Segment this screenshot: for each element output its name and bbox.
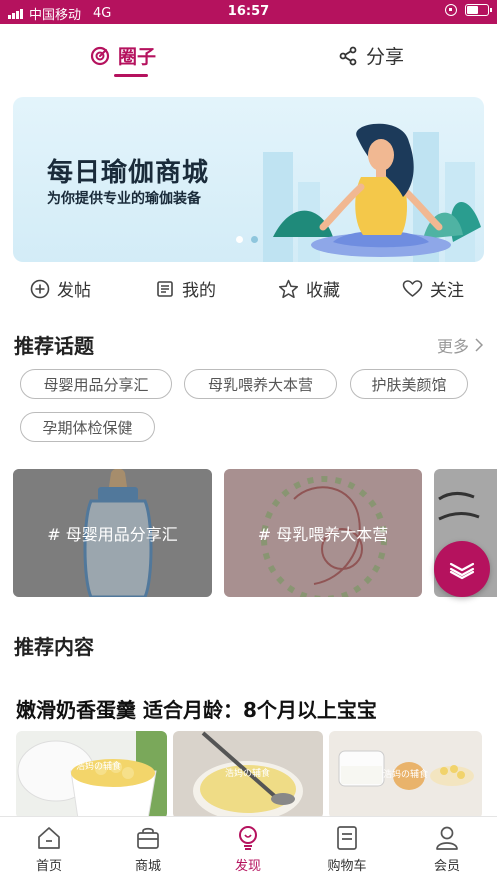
topic-card-breastfeeding[interactable]: # 母乳喂养大本营 [224, 469, 422, 597]
cart-list-icon [337, 826, 357, 850]
nav-home[interactable]: 首页 [14, 825, 84, 874]
battery-icon [465, 4, 492, 16]
nav-mall-label: 商城 [134, 859, 161, 874]
tab-share[interactable]: 分享 [338, 42, 404, 69]
lightbulb-icon [239, 826, 257, 850]
follow-label: 关注 [430, 281, 464, 301]
article-thumbnail[interactable]: 浩妈の辅食 [16, 731, 167, 819]
carousel-dot[interactable] [236, 236, 243, 243]
carousel-dot[interactable] [251, 236, 258, 243]
tab-circle-label: 圈子 [118, 46, 157, 68]
nav-cart[interactable]: 购物车 [312, 825, 382, 874]
topic-chip[interactable]: 护肤美颜馆 [350, 369, 468, 399]
rotation-lock-icon [445, 4, 457, 16]
thumb-watermark: 浩妈の辅食 [225, 769, 271, 779]
follow-button[interactable]: 关注 [402, 276, 464, 301]
status-bar: 中国移动 4G 16:57 [0, 0, 497, 24]
custard-bowl-image [17, 731, 167, 819]
nav-discover[interactable]: 发现 [213, 825, 283, 874]
content-heading: 推荐内容 [14, 635, 94, 659]
topic-chip[interactable]: 母乳喂养大本营 [184, 369, 337, 399]
carousel-dots [236, 236, 258, 243]
topic-chip[interactable]: 母婴用品分享汇 [20, 369, 172, 399]
clock: 16:57 [227, 4, 270, 19]
yoga-woman-illustration [273, 123, 481, 257]
nav-cart-label: 购物车 [327, 859, 367, 874]
scrub-illustration [438, 492, 480, 521]
nav-discover-label: 发现 [234, 859, 261, 874]
promo-banner[interactable]: 每日瑜伽商城 为你提供专业的瑜伽装备 [13, 97, 484, 262]
layers-icon [449, 562, 475, 580]
nav-home-label: 首页 [35, 859, 62, 874]
mine-label: 我的 [182, 281, 216, 301]
circle-target-icon [90, 46, 110, 65]
home-icon [38, 827, 60, 849]
floating-layers-button[interactable] [434, 541, 490, 597]
topics-heading: 推荐话题 [14, 334, 94, 358]
bottom-nav: 首页 商城 发现 购物车 会员 [0, 816, 497, 883]
topic-chip[interactable]: 孕期体检保健 [20, 412, 155, 442]
banner-subtitle: 为你提供专业的瑜伽装备 [47, 191, 201, 207]
tab-circle[interactable]: 圈子 [90, 42, 156, 69]
mine-button[interactable]: 我的 [155, 276, 216, 301]
topic-card-caption: # 母乳喂养大本营 [257, 525, 389, 544]
more-label: 更多 [436, 337, 469, 356]
nav-mall[interactable]: 商城 [113, 825, 183, 874]
user-icon [436, 826, 458, 850]
article-thumbnail[interactable]: 浩妈の辅食 [173, 731, 323, 819]
top-tabs: 圈子 分享 [0, 24, 497, 84]
thumb-watermark: 浩妈の辅食 [76, 762, 122, 772]
tab-share-label: 分享 [366, 46, 405, 68]
topic-card-caption: # 母婴用品分享汇 [47, 525, 178, 544]
article-thumbnail[interactable]: 浩妈の辅食 [329, 731, 482, 819]
shopping-bag-icon [137, 827, 159, 849]
thumb-watermark: 浩妈の辅食 [383, 770, 429, 780]
article-title[interactable]: 嫩滑奶香蛋羹 适合月龄：8个月以上宝宝 [16, 694, 377, 723]
heart-icon [402, 279, 423, 297]
more-topics-link[interactable]: 更多 [437, 333, 483, 357]
post-button[interactable]: 发帖 [30, 276, 91, 301]
action-row: 发帖 我的 收藏 关注 [0, 276, 497, 306]
active-tab-indicator [114, 74, 148, 77]
banner-title: 每日瑜伽商城 [47, 158, 210, 188]
nav-member-label: 会员 [433, 859, 460, 874]
chevron-right-icon [475, 338, 483, 352]
share-icon [339, 46, 357, 65]
nav-member[interactable]: 会员 [412, 825, 482, 874]
post-label: 发帖 [57, 281, 91, 301]
favorites-button[interactable]: 收藏 [278, 276, 340, 301]
star-icon [278, 279, 299, 298]
favorites-label: 收藏 [306, 281, 340, 301]
plus-circle-icon [30, 279, 50, 298]
topic-card-baby-products[interactable]: # 母婴用品分享汇 [13, 469, 212, 597]
document-icon [157, 280, 173, 297]
